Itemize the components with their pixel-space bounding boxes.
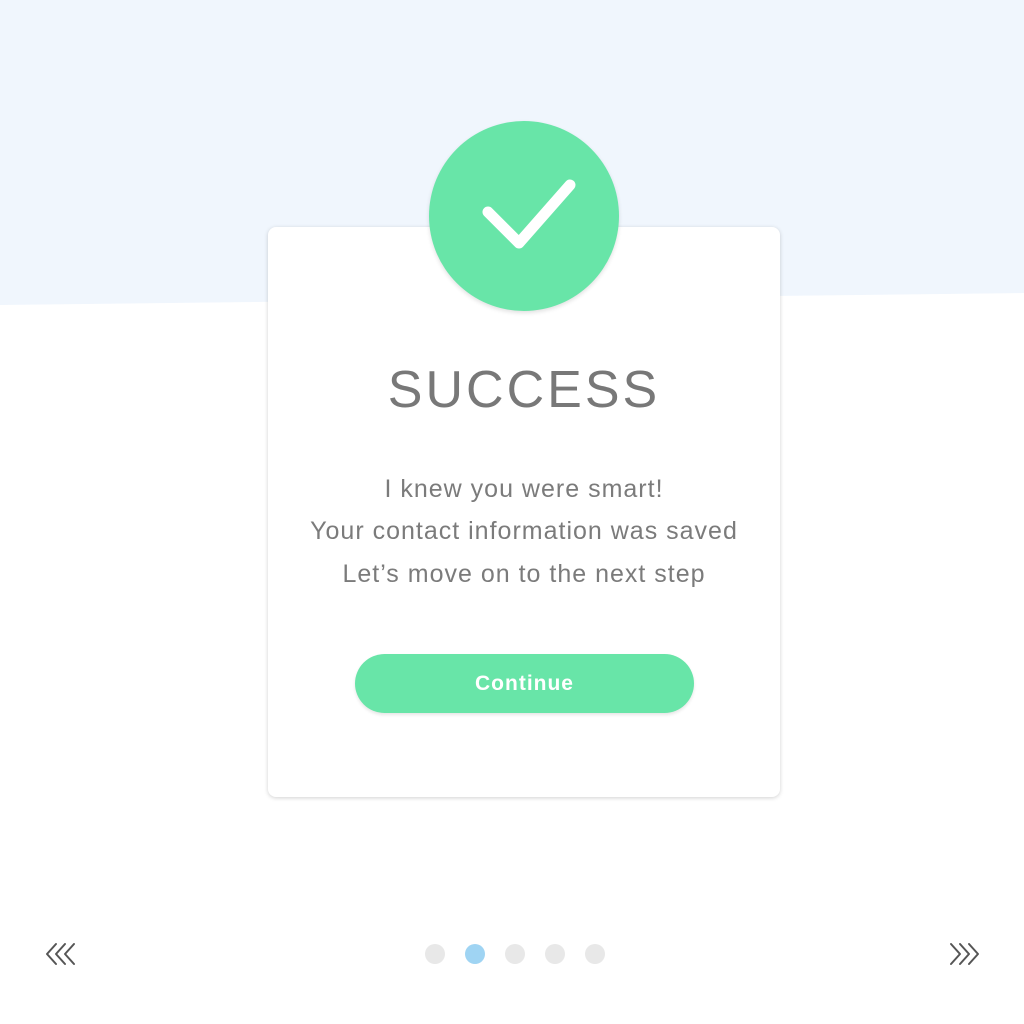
- double-chevron-right-icon: [950, 943, 979, 965]
- message-line-2: Your contact information was saved: [310, 517, 738, 545]
- next-step-button[interactable]: [945, 938, 981, 970]
- step-dot[interactable]: [505, 944, 525, 964]
- step-dot[interactable]: [465, 944, 485, 964]
- step-dot[interactable]: [585, 944, 605, 964]
- success-title: SUCCESS: [387, 361, 661, 419]
- step-indicator: [425, 944, 605, 964]
- success-badge: [429, 121, 619, 311]
- continue-button[interactable]: Continue: [355, 654, 694, 713]
- check-icon: [482, 179, 576, 249]
- step-dot[interactable]: [545, 944, 565, 964]
- message-line-1: I knew you were smart!: [384, 475, 664, 503]
- previous-step-button[interactable]: [44, 938, 80, 970]
- step-dot[interactable]: [425, 944, 445, 964]
- onboarding-screen: SUCCESS I knew you were smart! Your cont…: [0, 0, 1024, 1024]
- double-chevron-left-icon: [46, 943, 75, 965]
- message-line-3: Let’s move on to the next step: [342, 560, 706, 588]
